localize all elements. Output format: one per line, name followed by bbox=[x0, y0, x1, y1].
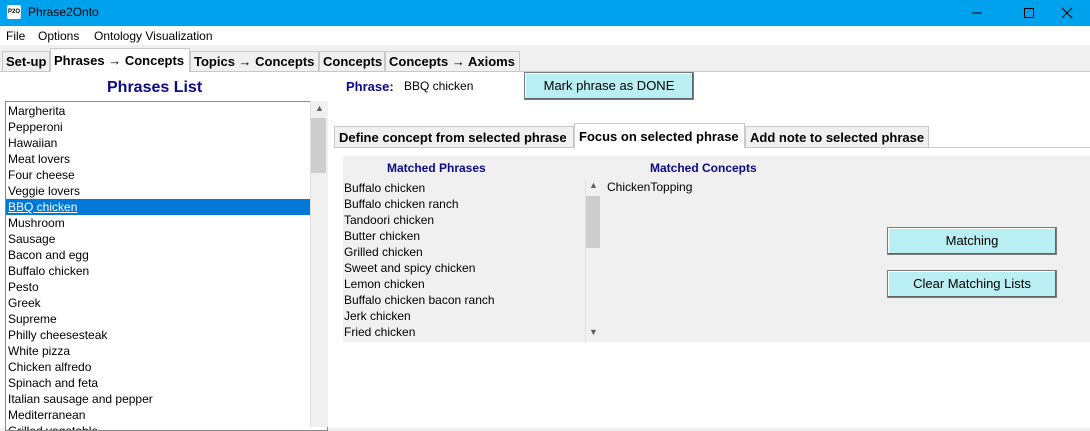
matching-button[interactable]: Matching bbox=[887, 227, 1057, 255]
scroll-down-icon[interactable]: ▼ bbox=[589, 327, 598, 337]
tab-add-note[interactable]: Add note to selected phrase bbox=[745, 126, 929, 147]
matched-phrases-scroll-thumb[interactable] bbox=[586, 196, 600, 248]
matched-phrase-item[interactable]: Tandoori chicken bbox=[344, 212, 434, 228]
matched-phrase-item[interactable]: Buffalo chicken ranch bbox=[344, 196, 459, 212]
phrase-list-item[interactable]: Hawaiian bbox=[8, 135, 57, 151]
matched-phrases-header: Matched Phrases bbox=[387, 161, 486, 175]
tab-focus-phrase[interactable]: Focus on selected phrase bbox=[574, 123, 745, 148]
phrase-list-item[interactable]: Greek bbox=[8, 295, 41, 311]
phrase-list-item[interactable]: Italian sausage and pepper bbox=[8, 391, 153, 407]
mark-done-button[interactable]: Mark phrase as DONE bbox=[524, 72, 694, 100]
matched-concept-item[interactable]: ChickenTopping bbox=[607, 180, 692, 194]
matched-phrase-item[interactable]: Sweet and spicy chicken bbox=[344, 260, 475, 276]
tab-concepts[interactable]: Concepts bbox=[319, 51, 385, 71]
tab-concepts-axioms[interactable]: Concepts → Axioms bbox=[385, 51, 520, 71]
phrase-value: BBQ chicken bbox=[404, 79, 474, 93]
phrase-list-item[interactable]: White pizza bbox=[8, 343, 70, 359]
tab-topics-concepts[interactable]: Topics → Concepts bbox=[190, 51, 319, 71]
phrase-list-item[interactable]: BBQ chicken bbox=[6, 199, 310, 215]
phrase-list-item[interactable]: Bacon and egg bbox=[8, 247, 89, 263]
scroll-up-icon[interactable]: ▲ bbox=[589, 180, 598, 190]
window-title: Phrase2Onto bbox=[28, 5, 99, 19]
scroll-up-icon[interactable]: ▲ bbox=[315, 103, 324, 113]
matched-concepts-header: Matched Concepts bbox=[650, 161, 757, 175]
phrases-list-title: Phrases List bbox=[107, 79, 203, 96]
menu-bar: File Options Ontology Visualization bbox=[0, 26, 1090, 45]
phrase-list-item[interactable]: Mediterranean bbox=[8, 407, 85, 423]
menu-ontology-visualization[interactable]: Ontology Visualization bbox=[94, 29, 213, 43]
close-button[interactable] bbox=[1044, 0, 1090, 26]
menu-file[interactable]: File bbox=[6, 29, 25, 43]
phrase-list-item[interactable]: Meat lovers bbox=[8, 151, 70, 167]
matched-phrase-item[interactable]: Lemon chicken bbox=[344, 276, 425, 292]
phrase-list-item[interactable]: Pesto bbox=[8, 279, 39, 295]
tab-setup[interactable]: Set-up bbox=[2, 51, 50, 71]
matched-phrase-item[interactable]: Butter chicken bbox=[344, 228, 420, 244]
phrases-scroll-thumb[interactable] bbox=[311, 118, 326, 173]
phrase-list-item[interactable]: Pepperoni bbox=[8, 119, 63, 135]
phrase-list-item[interactable]: Four cheese bbox=[8, 167, 75, 183]
phrase-label: Phrase: bbox=[346, 79, 394, 94]
phrase-list-item[interactable]: Philly cheesesteak bbox=[8, 327, 107, 343]
minimize-button[interactable] bbox=[954, 0, 1000, 26]
phrases-list[interactable]: Margherita Pepperoni Hawaiian Meat lovers Fo… bbox=[5, 101, 328, 431]
matched-phrase-item[interactable]: Buffalo chicken bbox=[344, 180, 425, 196]
phrase-list-item[interactable]: Buffalo chicken bbox=[8, 263, 89, 279]
matched-phrase-item[interactable]: Buffalo chicken bacon ranch bbox=[344, 292, 495, 308]
phrase-list-item[interactable]: Mushroom bbox=[8, 215, 65, 231]
app-icon: P2O bbox=[7, 5, 21, 19]
phrase-list-item[interactable]: Spinach and feta bbox=[8, 375, 98, 391]
tab-phrases-concepts[interactable]: Phrases → Concepts bbox=[50, 48, 190, 72]
minimize-icon bbox=[972, 12, 982, 14]
matched-phrase-item[interactable]: Grilled chicken bbox=[344, 244, 423, 260]
close-icon bbox=[1061, 7, 1073, 19]
matched-phrase-item[interactable]: Fried chicken bbox=[344, 324, 415, 340]
maximize-icon bbox=[1024, 8, 1034, 18]
menu-options[interactable]: Options bbox=[38, 29, 79, 43]
clear-matching-lists-button[interactable]: Clear Matching Lists bbox=[887, 270, 1057, 298]
title-bar[interactable]: P2O Phrase2Onto bbox=[0, 0, 1090, 26]
matched-phrase-item[interactable]: Jerk chicken bbox=[344, 308, 411, 324]
phrase-list-item[interactable]: Margherita bbox=[8, 103, 65, 119]
phrase-list-item[interactable]: Grilled vegetable bbox=[8, 423, 98, 430]
phrase-list-item[interactable]: Supreme bbox=[8, 311, 57, 327]
phrase-list-item[interactable]: Chicken alfredo bbox=[8, 359, 91, 375]
tab-define-concept[interactable]: Define concept from selected phrase bbox=[334, 126, 574, 147]
phrase-list-item[interactable]: Veggie lovers bbox=[8, 183, 80, 199]
phrase-list-item[interactable]: Sausage bbox=[8, 231, 55, 247]
